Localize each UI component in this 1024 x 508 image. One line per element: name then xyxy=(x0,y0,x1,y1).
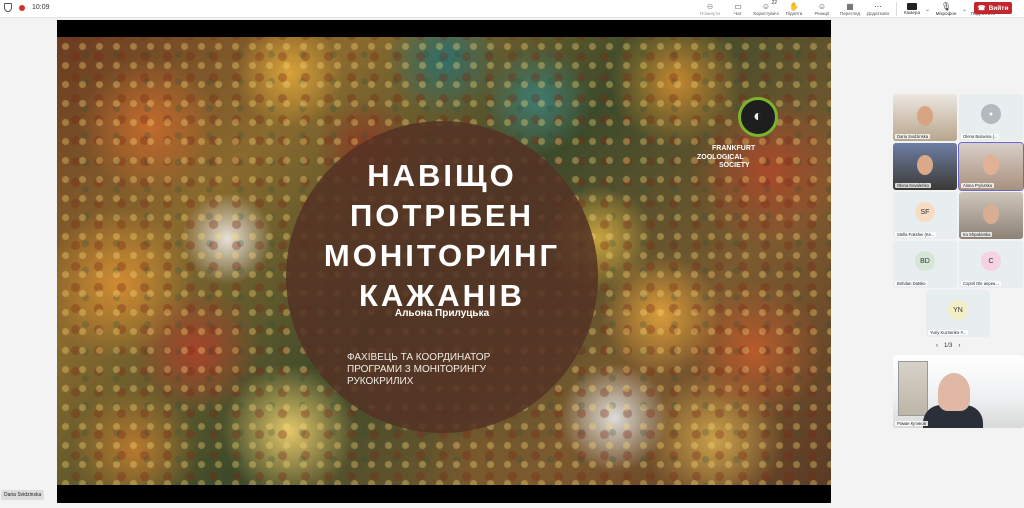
participant-tile[interactable]: BD Bohdan Datsko xyxy=(893,241,957,288)
participant-tile[interactable]: Daria Svidzinska xyxy=(893,94,957,141)
fzs-logo-text: FRANKFURT ZOOLOGICAL SOCIETY xyxy=(697,145,787,171)
leave-button[interactable]: ☎ Вийти xyxy=(974,2,1012,14)
meeting-toolbar: 10:09 ⊖ Покинути ▭ Чат ☺ 22 Користувачі ✋ Під… xyxy=(0,0,1024,18)
leave-label: Вийти xyxy=(988,4,1009,12)
participant-tile[interactable]: YN Yuriy Kuznenko-Y... xyxy=(926,290,990,337)
participant-face xyxy=(983,155,999,175)
initials-avatar: SF xyxy=(915,202,935,222)
chat-icon: ▭ xyxy=(734,1,742,11)
participant-name: Copnil Ole anpea... xyxy=(961,281,1001,286)
camera-icon xyxy=(907,3,917,10)
shield-icon xyxy=(4,3,12,12)
leave-lock-button[interactable]: ⊖ Покинути xyxy=(696,0,724,18)
tool-label: Покинути xyxy=(700,10,720,16)
lock-icon: ⊖ xyxy=(706,1,714,11)
view-button[interactable]: ▦ Перегляд xyxy=(836,0,864,18)
reactions-button[interactable]: ☺ Реакції xyxy=(808,0,836,18)
meeting-status: 10:09 xyxy=(4,3,50,12)
tool-label: Підняти xyxy=(785,10,803,16)
participant-tile[interactable]: SF Stella Fokshei (Ke... xyxy=(893,192,957,239)
speaker-face xyxy=(938,373,970,411)
logo-line: SOCIETY xyxy=(719,162,750,169)
participant-face xyxy=(917,155,933,175)
slide-author: Альона Прилуцька xyxy=(394,308,490,319)
chevron-left-icon[interactable]: ‹ xyxy=(936,343,938,349)
chevron-down-icon[interactable]: ⌄ xyxy=(962,6,967,13)
title-line: ПОТРІБЕН xyxy=(350,198,534,233)
reaction-icon: ☺ xyxy=(817,1,827,11)
toolbar-divider xyxy=(896,2,897,16)
initials-avatar: BD xyxy=(915,251,935,271)
participant-name: Olena Bulavina (... xyxy=(961,134,1000,139)
phone-icon: ☎ xyxy=(977,5,986,12)
camera-label: Камера xyxy=(903,10,921,15)
participant-tile[interactable]: ● Olena Bulavina (... xyxy=(959,94,1023,141)
self-view-name: Daria Svidzinska xyxy=(1,490,45,500)
participant-tile[interactable]: Olena Kovalenko xyxy=(893,143,957,190)
shared-screen: НАВІЩО ПОТРІБЕН МОНІТОРИНГ КАЖАНІВ Альон… xyxy=(57,20,831,503)
participant-name: Stella Fokshei (Ke... xyxy=(895,232,937,237)
role-line: програми з моніторингу xyxy=(347,364,487,375)
participant-face xyxy=(917,106,933,126)
meeting-time: 10:09 xyxy=(32,4,50,11)
raise-hand-icon: ✋ xyxy=(789,1,799,11)
person-icon: ● xyxy=(981,104,1001,124)
participant-name: Yuriy Kuznenko-Y... xyxy=(928,330,969,335)
camera-button[interactable]: Камера xyxy=(901,0,923,18)
people-button[interactable]: ☺ 22 Користувачі xyxy=(752,0,780,18)
participant-name: Daria Svidzinska xyxy=(895,134,931,139)
more-button[interactable]: ⋯ Додатково xyxy=(864,0,892,18)
tool-label: Чат xyxy=(734,10,742,16)
tool-label: Додатково xyxy=(866,10,890,16)
participant-name: Ira Shpakivska xyxy=(961,232,993,237)
page-indicator: 1/3 xyxy=(944,343,953,349)
participant-name: Alona Prylutska xyxy=(961,183,995,188)
mic-label: Мікрофон xyxy=(935,11,957,16)
mic-off-icon: 🎙 xyxy=(940,2,952,11)
initials-avatar: YN xyxy=(948,300,968,320)
people-count-badge: 22 xyxy=(771,0,777,6)
more-icon: ⋯ xyxy=(874,1,882,11)
presentation-slide: НАВІЩО ПОТРІБЕН МОНІТОРИНГ КАЖАНІВ Альон… xyxy=(57,37,831,485)
chevron-down-icon[interactable]: ⌄ xyxy=(925,6,930,13)
room-window xyxy=(898,361,928,416)
chevron-right-icon[interactable]: › xyxy=(958,343,960,349)
slide-title: НАВІЩО ПОТРІБЕН МОНІТОРИНГ КАЖАНІВ xyxy=(292,156,592,316)
active-speaker-name: Роман Кутиков xyxy=(895,421,928,426)
tool-label: Реакції xyxy=(814,10,830,16)
view-icon: ▦ xyxy=(846,1,854,11)
participant-name: Bohdan Datsko xyxy=(895,281,928,286)
participant-name: Olena Kovalenko xyxy=(895,183,931,188)
initials-avatar: C xyxy=(981,251,1001,271)
mic-button[interactable]: 🎙 Мікрофон xyxy=(932,0,960,18)
people-icon: ☺ xyxy=(761,1,771,11)
active-speaker-tile[interactable]: Роман Кутиков xyxy=(893,355,1024,428)
toolbar-tools: ⊖ Покинути ▭ Чат ☺ 22 Користувачі ✋ Підняти ☺… xyxy=(696,0,997,18)
logo-line: ZOOLOGICAL xyxy=(697,153,744,161)
chat-button[interactable]: ▭ Чат xyxy=(724,0,752,18)
participant-tile[interactable]: Ira Shpakivska xyxy=(959,192,1023,239)
slide-role: Фахівець та координатор програми з моніт… xyxy=(347,352,547,388)
participant-tile[interactable]: Alona Prylutska xyxy=(958,142,1024,191)
title-line: МОНІТОРИНГ xyxy=(323,238,561,273)
participant-face xyxy=(983,204,999,224)
title-line: НАВІЩО xyxy=(367,158,517,193)
participant-tile[interactable]: C Copnil Ole anpea... xyxy=(959,241,1023,288)
raise-hand-button[interactable]: ✋ Підняти xyxy=(780,0,808,18)
gallery-pager: ‹ 1/3 › xyxy=(936,343,960,349)
fzs-logo-icon: ◐ xyxy=(738,97,778,137)
tool-label: Перегляд xyxy=(839,10,861,16)
role-line: рукокрилих xyxy=(347,376,414,387)
tool-label: Користувачі xyxy=(753,10,779,16)
recording-icon xyxy=(19,4,25,11)
logo-line: FRANKFURT xyxy=(712,145,756,152)
role-line: Фахівець та координатор xyxy=(347,352,491,363)
